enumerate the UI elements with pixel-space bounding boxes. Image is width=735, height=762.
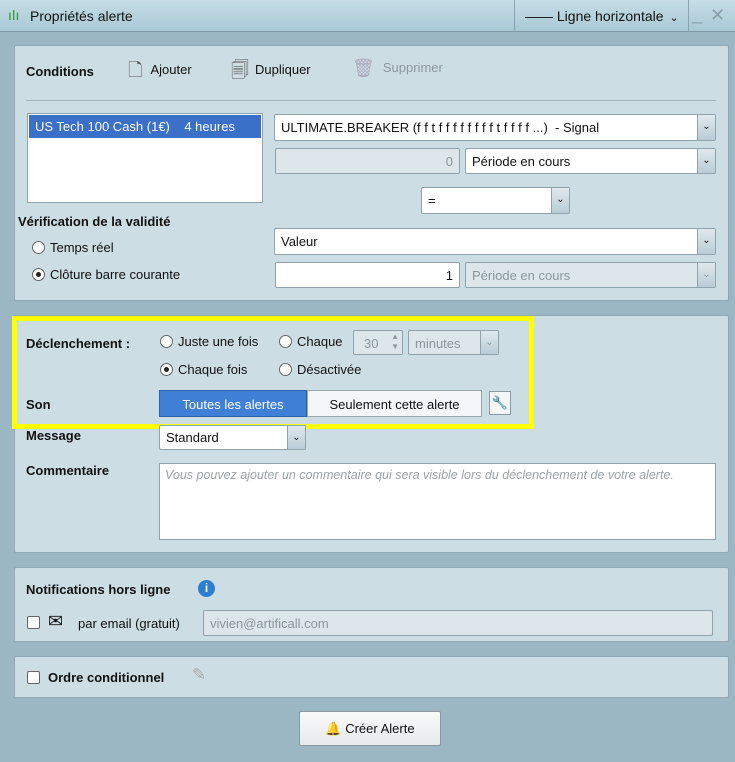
compare-value-input[interactable]: 1 <box>275 262 460 288</box>
period-select[interactable]: Période en cours ⌄ <box>465 148 716 174</box>
period-value: Période en cours <box>472 154 571 169</box>
sound-label: Son <box>26 397 51 412</box>
condition-list-item[interactable]: US Tech 100 Cash (1€) 4 heures <box>29 115 261 138</box>
email-input[interactable]: vivien@artificall.com <box>203 610 713 636</box>
close-icon[interactable]: ✕ <box>710 5 725 26</box>
every-unit-select[interactable]: minutes ⌄ <box>408 330 499 355</box>
every-label: Chaque <box>297 334 343 349</box>
once-label: Juste une fois <box>178 334 259 349</box>
every-radio[interactable] <box>279 335 292 348</box>
add-button[interactable]: 🗋 Ajouter <box>128 58 192 88</box>
duplicate-button[interactable]: 🗐 Dupliquer <box>231 58 311 88</box>
bar-close-label: Clôture barre courante <box>50 267 181 282</box>
validity-label: Vérification de la validité <box>18 214 171 229</box>
pencil-icon[interactable]: ✎ <box>192 665 206 685</box>
each-time-radio[interactable] <box>160 363 173 376</box>
chevron-down-icon: ⌄ <box>669 12 679 24</box>
period2-value: Période en cours <box>472 268 571 283</box>
window-title: Propriétés alerte <box>30 8 133 24</box>
email-checkbox[interactable] <box>27 616 40 629</box>
indicator-value: ULTIMATE.BREAKER (f f t f f f f f f f f … <box>281 120 600 135</box>
period2-select[interactable]: Période en cours ⌄ <box>465 262 716 288</box>
comment-label: Commentaire <box>26 463 110 478</box>
chevron-down-icon: ⌄ <box>697 263 715 287</box>
operator-select[interactable]: = ⌄ <box>421 187 570 214</box>
title-bar: ıǀı Propriétés alerte —— Ligne horizonta… <box>0 0 735 32</box>
trigger-label: Déclenchement : <box>26 336 131 351</box>
drawing-type-label: Ligne horizontale <box>556 8 664 24</box>
disabled-radio[interactable] <box>279 363 292 376</box>
stepper-arrows-icon[interactable]: ▲ ▼ <box>391 332 399 352</box>
divider <box>26 100 716 101</box>
chevron-down-icon: ⌄ <box>551 188 569 213</box>
chevron-down-icon: ⌄ <box>697 149 715 173</box>
drawing-type-dropdown[interactable]: —— Ligne horizontale ⌄ <box>514 0 689 31</box>
duplicate-icon: 🗐 <box>231 60 249 80</box>
compare-type-select[interactable]: Valeur ⌄ <box>274 228 716 255</box>
message-label: Message <box>26 428 81 443</box>
every-value: 30 <box>364 336 379 351</box>
sound-all-alerts-button[interactable]: Toutes les alertes <box>159 390 307 417</box>
add-document-icon: 🗋 <box>128 60 143 80</box>
conditions-label: Conditions <box>26 64 94 79</box>
offset-input[interactable]: 0 <box>275 148 460 174</box>
message-select[interactable]: Standard ⌄ <box>159 425 306 450</box>
indicator-select[interactable]: ULTIMATE.BREAKER (f f t f f f f f f f f … <box>274 114 716 141</box>
realtime-radio[interactable] <box>32 241 45 254</box>
bar-close-radio[interactable] <box>32 268 45 281</box>
chevron-down-icon: ⌄ <box>287 426 305 449</box>
operator-value: = <box>428 193 436 208</box>
email-label: par email (gratuit) <box>78 616 180 631</box>
condition-list[interactable]: US Tech 100 Cash (1€) 4 heures <box>27 113 263 203</box>
sound-this-alert-button[interactable]: Seulement cette alerte <box>307 390 482 417</box>
every-unit-value: minutes <box>415 336 461 351</box>
offline-label: Notifications hors ligne <box>26 582 171 597</box>
create-alert-label: Créer Alerte <box>345 721 415 736</box>
every-value-stepper[interactable]: 30 ▲ ▼ <box>353 330 403 355</box>
envelope-icon: ✉ <box>48 611 64 631</box>
delete-button[interactable]: 🗑 Supprimer <box>352 58 443 79</box>
create-alert-button[interactable]: 🔔 Créer Alerte <box>299 711 441 746</box>
bell-icon: 🔔 <box>325 721 342 736</box>
duplicate-label: Dupliquer <box>254 62 311 77</box>
chevron-down-icon: ⌄ <box>697 229 715 254</box>
conditional-order-checkbox[interactable] <box>27 671 40 684</box>
trash-icon: 🗑 <box>352 58 375 78</box>
minimize-icon[interactable]: _ <box>692 4 702 25</box>
delete-label: Supprimer <box>382 60 443 75</box>
chart-icon: ıǀı <box>8 7 20 23</box>
realtime-label: Temps réel <box>50 240 114 255</box>
conditional-order-label: Ordre conditionnel <box>48 670 165 685</box>
each-time-label: Chaque fois <box>178 362 248 377</box>
once-radio[interactable] <box>160 335 173 348</box>
comment-textarea[interactable]: Vous pouvez ajouter un commentaire qui s… <box>159 463 716 540</box>
chevron-down-icon: ⌄ <box>480 331 498 354</box>
message-value: Standard <box>166 430 219 445</box>
disabled-label: Désactivée <box>297 362 362 377</box>
wrench-icon[interactable]: 🔧 <box>489 391 511 415</box>
info-icon[interactable]: i <box>198 580 215 597</box>
add-label: Ajouter <box>150 62 192 77</box>
compare-type-value: Valeur <box>281 234 318 249</box>
chevron-down-icon: ⌄ <box>697 115 715 140</box>
